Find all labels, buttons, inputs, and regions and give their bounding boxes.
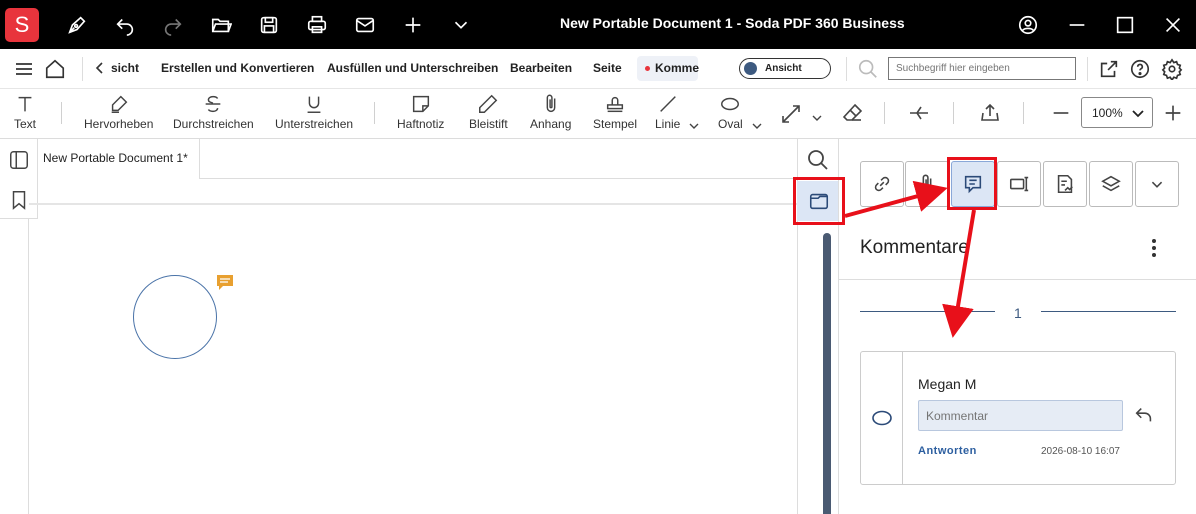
app-window: S New Portable Document 1 - Soda PDF 360…	[0, 0, 1196, 514]
arrow-to-comments-button	[844, 180, 948, 218]
arrow-to-comment-card	[942, 209, 976, 338]
annotation-arrows	[844, 180, 976, 338]
